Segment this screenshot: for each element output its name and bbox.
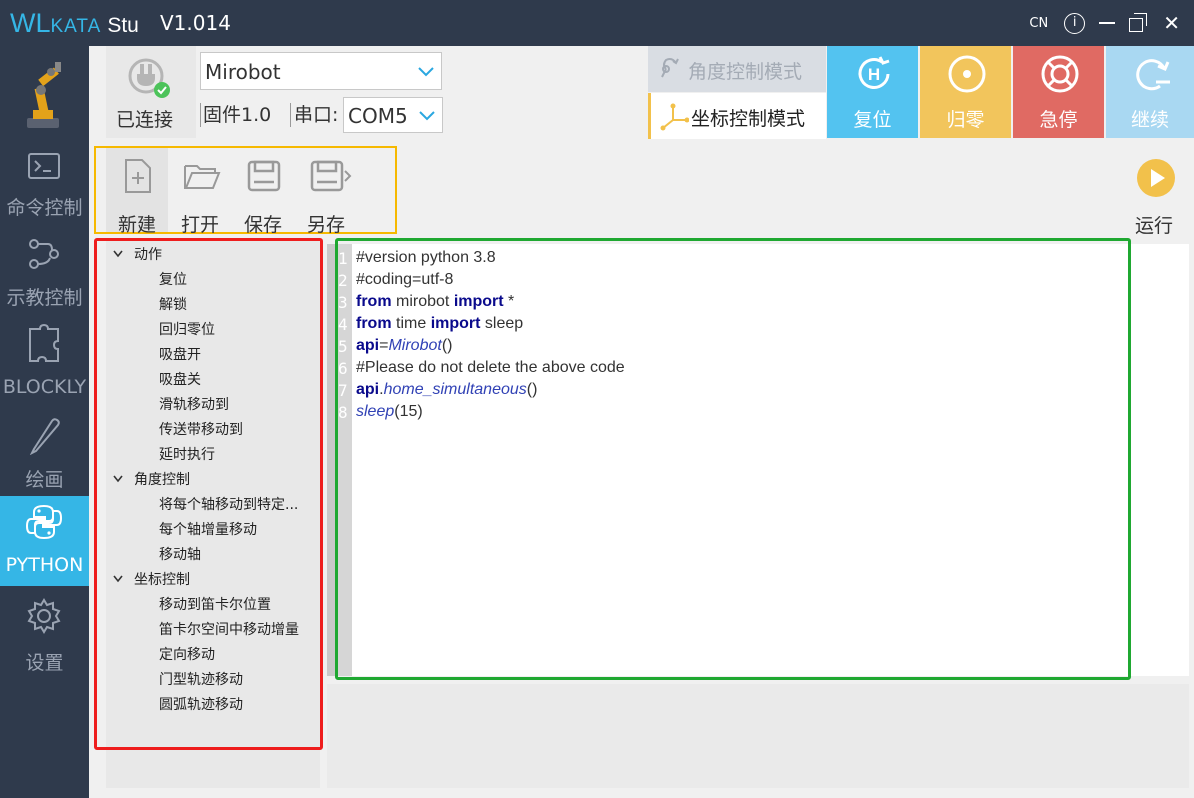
play-icon	[1137, 159, 1175, 197]
app-version: V1.014	[160, 11, 231, 35]
info-icon[interactable]: i	[1064, 12, 1086, 34]
sidebar-item-settings[interactable]: 设置	[0, 592, 89, 678]
python-icon	[25, 504, 63, 540]
sidebar-item-python[interactable]: PYTHON	[0, 496, 89, 586]
title-bar: WLKATA Stu V1.014 CN i ✕	[0, 0, 1194, 46]
sidebar: 命令控制 示教控制 BLOCKLY 绘画 PYTHON 设置	[0, 46, 89, 798]
plug-connected-icon	[128, 58, 170, 98]
puzzle-icon	[29, 323, 59, 362]
resume-button[interactable]: 继续	[1106, 46, 1194, 138]
save-as-icon	[310, 160, 352, 192]
chevron-down-icon	[418, 67, 434, 77]
editor-highlight-frame	[335, 238, 1131, 680]
new-file-button[interactable]: 新建	[106, 148, 168, 236]
sidebar-item-draw[interactable]: 绘画	[0, 409, 89, 495]
sidebar-item-label: BLOCKLY	[2, 376, 87, 398]
sidebar-item-blockly[interactable]: BLOCKLY	[0, 319, 89, 405]
language-switch[interactable]: CN	[1029, 16, 1048, 31]
port-label: 串口:	[294, 104, 339, 126]
firmware-version: 固件1.0	[203, 104, 272, 126]
sidebar-item-label: 示教控制	[6, 287, 83, 309]
angle-mode-icon	[661, 58, 679, 78]
coordinate-mode-button[interactable]: 坐标控制模式	[648, 93, 826, 139]
robot-arm-icon	[27, 62, 61, 128]
sidebar-item-teach[interactable]: 示教控制	[0, 229, 89, 315]
lifebuoy-icon	[1041, 55, 1079, 93]
robot-arm-logo	[0, 54, 89, 134]
gear-icon	[27, 598, 61, 634]
save-file-button[interactable]: 保存	[232, 148, 294, 236]
new-file-icon	[125, 159, 151, 193]
minimize-icon[interactable]	[1099, 22, 1116, 24]
open-file-button[interactable]: 打开	[169, 148, 231, 236]
svg-text:H: H	[868, 65, 880, 84]
sidebar-item-label: 命令控制	[6, 197, 83, 219]
divider	[200, 103, 201, 127]
maximize-icon[interactable]	[1129, 13, 1149, 33]
divider	[290, 103, 291, 127]
chevron-down-icon	[419, 111, 435, 121]
run-button[interactable]: 运行	[1130, 153, 1186, 237]
sidebar-item-label: 设置	[25, 652, 64, 674]
teach-icon	[29, 239, 59, 269]
emergency-stop-button[interactable]: 急停	[1013, 46, 1104, 138]
terminal-icon	[28, 153, 60, 179]
output-console	[327, 684, 1189, 788]
save-icon	[247, 160, 281, 192]
sidebar-item-label: 绘画	[25, 469, 64, 491]
save-as-button[interactable]: 另存	[295, 148, 357, 236]
connection-status-label: 已连接	[116, 109, 174, 131]
tree-highlight-frame	[94, 238, 323, 750]
home-h-icon: H	[858, 56, 890, 89]
close-icon[interactable]: ✕	[1163, 11, 1180, 35]
file-toolbar: 新建 打开 保存 另存	[94, 146, 397, 236]
resume-rotate-icon	[1136, 59, 1170, 91]
sidebar-item-command[interactable]: 命令控制	[0, 139, 89, 225]
folder-open-icon	[184, 165, 221, 189]
coordinate-axes-icon	[660, 103, 689, 131]
reset-button[interactable]: H 复位	[827, 46, 918, 138]
app-logo: WLKATA Stu	[10, 8, 139, 38]
connection-status-panel[interactable]: 已连接	[106, 46, 196, 138]
sidebar-item-label: PYTHON	[5, 554, 84, 576]
device-select[interactable]: Mirobot	[200, 52, 442, 90]
pen-icon	[29, 418, 60, 455]
angle-mode-button[interactable]: 角度控制模式	[648, 46, 826, 92]
target-icon	[948, 55, 986, 93]
home-zero-button[interactable]: 归零	[920, 46, 1011, 138]
port-select[interactable]: COM5	[343, 97, 443, 133]
